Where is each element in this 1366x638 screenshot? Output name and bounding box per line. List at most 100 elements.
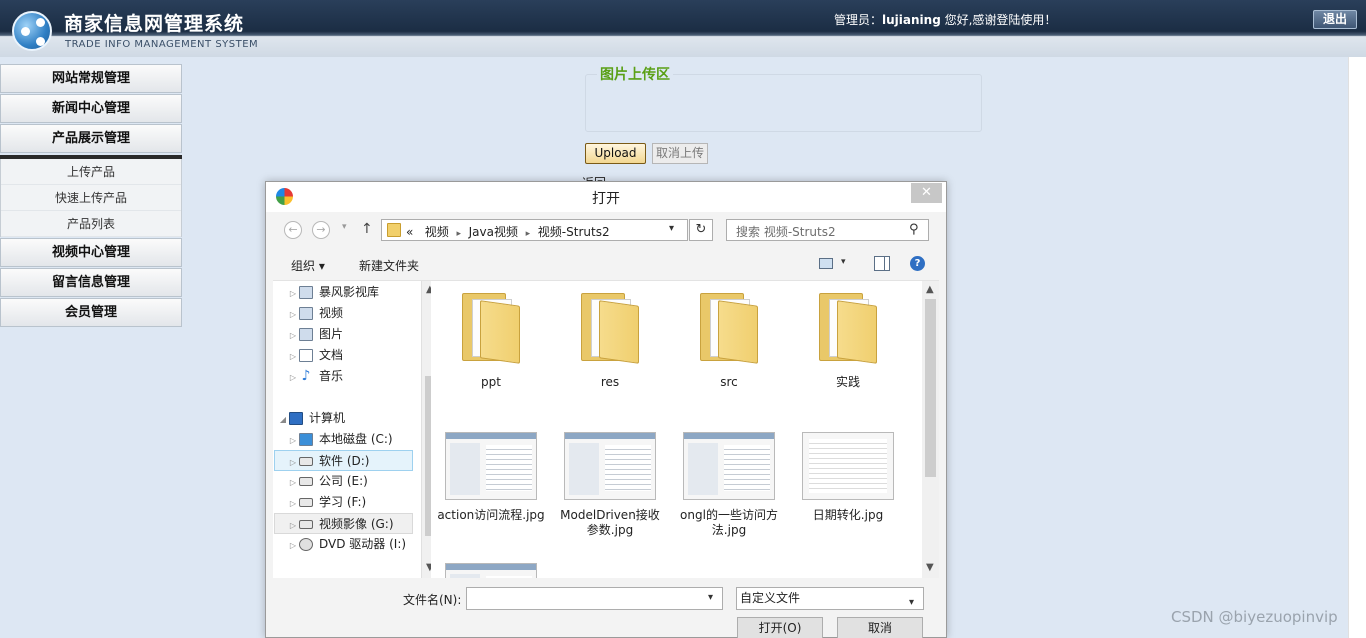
system-subtitle: TRADE INFO MANAGEMENT SYSTEM: [65, 39, 259, 50]
chevron-right-icon[interactable]: ▸: [526, 229, 531, 239]
chevron-down-icon[interactable]: ▾: [909, 592, 914, 613]
breadcrumb: « 视频 ▸ Java视频 ▸ 视频-Struts2: [406, 223, 610, 240]
file-item-partial[interactable]: [436, 563, 546, 578]
drive-icon: [299, 457, 313, 466]
tree-item[interactable]: ▷ 本地磁盘 (C:): [287, 429, 426, 450]
submenu-quick-upload[interactable]: 快速上传产品: [1, 185, 181, 211]
video-icon: [299, 307, 313, 320]
breadcrumb-segment[interactable]: 视频-Struts2: [538, 225, 610, 239]
tree-item[interactable]: ▷ 图片: [287, 324, 426, 345]
expand-arrow-icon[interactable]: ▷: [287, 346, 299, 367]
file-name: ppt: [481, 375, 501, 389]
file-name: res: [600, 375, 620, 389]
filetype-select[interactable]: 自定义文件 ▾: [736, 587, 924, 610]
chevron-down-icon[interactable]: ▾: [708, 592, 713, 603]
tree-item[interactable]: ▷ 文档: [287, 345, 426, 366]
close-button[interactable]: ✕: [911, 183, 942, 203]
file-item[interactable]: 日期转化.jpg: [793, 432, 903, 523]
file-item[interactable]: ModelDriven接收参数.jpg: [555, 432, 665, 538]
admin-suffix: 您好,感谢登陆使用！: [940, 13, 1057, 27]
drive-icon: [299, 498, 313, 507]
menu-news-center[interactable]: 新闻中心管理: [0, 94, 182, 123]
admin-name: lujianing: [882, 13, 941, 27]
tree-item[interactable]: ▷ 学习 (F:): [287, 492, 426, 513]
file-list-scrollbar[interactable]: ▲ ▼: [922, 281, 939, 578]
breadcrumb-overflow[interactable]: «: [406, 225, 413, 239]
tree-item[interactable]: ▷ ♪ 音乐: [287, 366, 426, 387]
menu-video-center[interactable]: 视频中心管理: [0, 238, 182, 267]
dvd-icon: [299, 538, 313, 551]
dialog-titlebar[interactable]: 打开 ✕: [266, 182, 946, 212]
cancel-upload-button[interactable]: 取消上传: [652, 143, 708, 164]
tree-item-label: 计算机: [309, 411, 346, 425]
expand-arrow-icon[interactable]: ▷: [287, 283, 299, 304]
file-item[interactable]: ongl的一些访问方法.jpg: [674, 432, 784, 538]
nav-pane-scrollbar[interactable]: ▲ ▼: [421, 281, 431, 578]
help-icon[interactable]: ?: [910, 256, 925, 271]
recent-dropdown-icon[interactable]: ▾: [342, 222, 347, 232]
submenu-product-list[interactable]: 产品列表: [1, 211, 181, 237]
breadcrumb-segment[interactable]: 视频: [425, 225, 449, 239]
search-placeholder: 搜索 视频-Struts2: [736, 225, 836, 239]
folder-item[interactable]: 实践: [793, 289, 903, 390]
collapse-arrow-icon[interactable]: ◢: [277, 409, 289, 430]
scroll-up-icon[interactable]: ▲: [926, 284, 934, 295]
tree-item-selected[interactable]: ▷ 软件 (D:): [274, 450, 413, 471]
dialog-title: 打开: [592, 191, 620, 207]
tree-item[interactable]: ▷ 暴风影视库: [287, 282, 426, 303]
expand-arrow-icon[interactable]: ▷: [287, 430, 299, 451]
chevron-right-icon[interactable]: ▸: [456, 229, 461, 239]
expand-arrow-icon[interactable]: ▷: [287, 325, 299, 346]
navigation-bar: ← → ▾ ↑ « 视频 ▸ Java视频 ▸ 视频-Struts2 ▾ ↻ 搜…: [266, 212, 946, 248]
menu-site-settings[interactable]: 网站常规管理: [0, 64, 182, 93]
search-icon[interactable]: ⚲: [909, 222, 919, 237]
logout-button[interactable]: 退出: [1313, 10, 1357, 29]
breadcrumb-segment[interactable]: Java视频: [469, 225, 518, 239]
admin-greeting: 管理员：lujianing 您好,感谢登陆使用！: [834, 11, 1056, 28]
expand-arrow-icon[interactable]: ▷: [287, 535, 299, 556]
open-button[interactable]: 打开(O): [737, 617, 823, 638]
watermark-text: CSDN @biyezuopinvip: [1171, 608, 1338, 626]
tree-item[interactable]: ▷ 公司 (E:): [287, 471, 426, 492]
navigation-pane: ▷ 暴风影视库 ▷ 视频 ▷ 图片 ▷ 文档 ▷ ♪ 音乐 ◢ 计算机 ▷ 本地磁盘 (C:) …: [273, 280, 431, 578]
filename-input[interactable]: ▾: [466, 587, 723, 610]
menu-messages[interactable]: 留言信息管理: [0, 268, 182, 297]
menu-members[interactable]: 会员管理: [0, 298, 182, 327]
products-submenu: 上传产品 快速上传产品 产品列表: [0, 159, 182, 237]
folder-item[interactable]: src: [674, 289, 784, 390]
organize-button[interactable]: 组织 ▾: [291, 257, 325, 274]
forward-arrow-icon[interactable]: →: [312, 221, 330, 239]
up-arrow-icon[interactable]: ↑: [361, 221, 373, 237]
preview-pane-icon[interactable]: [874, 256, 890, 271]
expand-arrow-icon[interactable]: ▷: [287, 493, 299, 514]
address-bar[interactable]: « 视频 ▸ Java视频 ▸ 视频-Struts2 ▾: [381, 219, 688, 241]
new-folder-button[interactable]: 新建文件夹: [359, 257, 419, 274]
scroll-thumb[interactable]: [925, 299, 936, 477]
folder-item[interactable]: res: [555, 289, 665, 390]
view-mode-icon[interactable]: [819, 258, 833, 269]
expand-arrow-icon[interactable]: ▷: [287, 452, 299, 473]
expand-arrow-icon[interactable]: ▷: [287, 304, 299, 325]
chevron-down-icon[interactable]: ▾: [841, 257, 846, 267]
upload-button[interactable]: Upload: [585, 143, 646, 164]
search-input[interactable]: 搜索 视频-Struts2 ⚲: [726, 219, 929, 241]
drive-icon: [299, 477, 313, 486]
expand-arrow-icon[interactable]: ▷: [287, 515, 299, 536]
tree-item[interactable]: ◢ 计算机: [277, 408, 416, 429]
back-arrow-icon[interactable]: ←: [284, 221, 302, 239]
folder-item[interactable]: ppt: [436, 289, 546, 390]
open-file-dialog: 打开 ✕ ← → ▾ ↑ « 视频 ▸ Java视频 ▸ 视频-Struts2 …: [265, 181, 947, 638]
submenu-upload-product[interactable]: 上传产品: [1, 159, 181, 185]
scroll-down-icon[interactable]: ▼: [926, 562, 934, 573]
tree-item-hover[interactable]: ▷ 视频影像 (G:): [274, 513, 413, 534]
expand-arrow-icon[interactable]: ▷: [287, 367, 299, 388]
tree-item[interactable]: ▷ DVD 驱动器 (I:): [287, 534, 426, 555]
tree-item[interactable]: ▷ 视频: [287, 303, 426, 324]
file-item[interactable]: action访问流程.jpg: [436, 432, 546, 523]
page-scrollbar[interactable]: [1348, 57, 1366, 638]
refresh-icon[interactable]: ↻: [689, 219, 713, 241]
expand-arrow-icon[interactable]: ▷: [287, 472, 299, 493]
cancel-button[interactable]: 取消: [837, 617, 923, 638]
chevron-down-icon[interactable]: ▾: [669, 223, 674, 234]
menu-products[interactable]: 产品展示管理: [0, 124, 182, 153]
